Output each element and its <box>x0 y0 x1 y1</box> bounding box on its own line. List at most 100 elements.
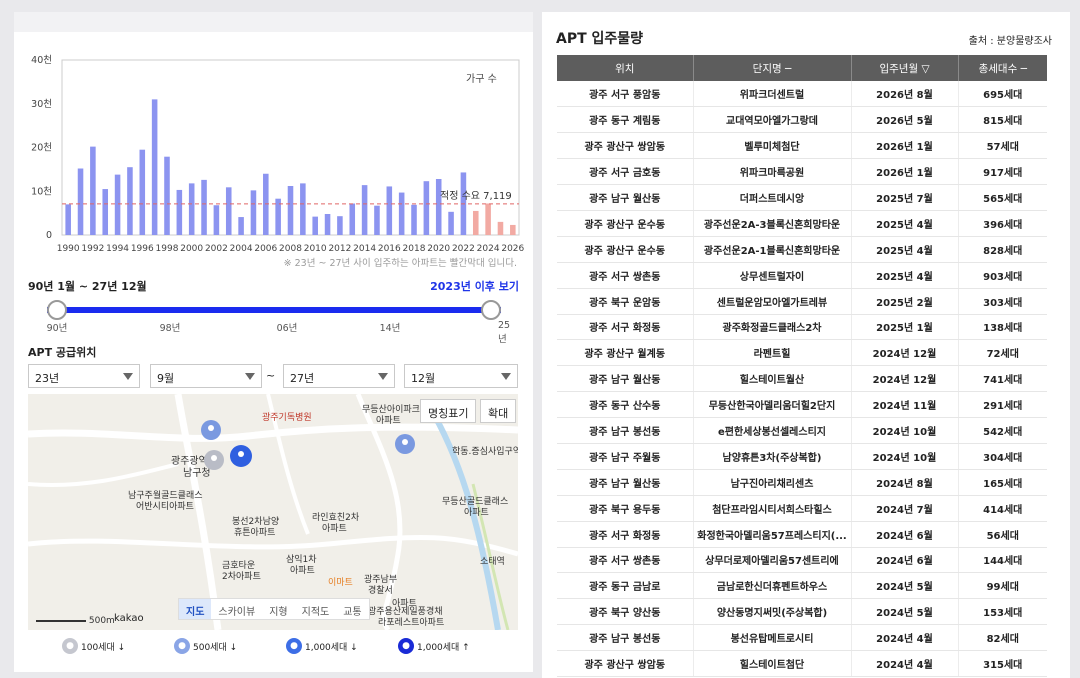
cell-units: 917세대 <box>958 158 1047 186</box>
table-row[interactable]: 광주 북구 운암동 센트럴운암모아엘가트레뷰 2025년 2월 303세대 <box>557 288 1047 315</box>
bar-2025[interactable] <box>497 221 504 235</box>
y-tick-label: 40천 <box>31 55 52 66</box>
bar-2011[interactable] <box>324 214 331 235</box>
bar-2017[interactable] <box>398 192 405 235</box>
bar-2013[interactable] <box>349 203 356 236</box>
bar-2024[interactable] <box>485 203 491 236</box>
table-row[interactable]: 광주 남구 월산동 힐스테이트월산 2024년 12월 741세대 <box>557 365 1047 393</box>
slider-end-handle[interactable] <box>481 300 501 320</box>
bar-2000[interactable] <box>188 183 195 235</box>
bar-2015[interactable] <box>374 205 380 235</box>
table-row[interactable]: 광주 광산구 쌍암동 벨루미체첨단 2026년 1월 57세대 <box>557 132 1047 160</box>
table-row[interactable]: 광주 서구 화정동 화정한국아델리움57프레스티지(... 2024년 6월 56세대 <box>557 521 1047 548</box>
chart-title: 가구 수 <box>466 73 497 85</box>
period-slider[interactable] <box>47 300 501 320</box>
bar-2009[interactable] <box>300 183 306 235</box>
bar-1990[interactable] <box>65 204 71 235</box>
supply-map[interactable]: 광주기독병원 무등산아이파크 아파트 학동.증심사입구역 광주광역시 남구청 남… <box>28 394 518 630</box>
bar-2005[interactable] <box>250 190 257 235</box>
table-row[interactable]: 광주 동구 계림동 교대역모아엘가그랑데 2026년 5월 815세대 <box>557 106 1047 134</box>
table-row[interactable]: 광주 북구 양산동 양산동명지써밋(주상복합) 2024년 5월 153세대 <box>557 598 1047 626</box>
cell-move-in: 2024년 4월 <box>851 624 959 652</box>
y-tick-label: 10천 <box>31 186 52 197</box>
cell-units: 815세대 <box>958 106 1047 134</box>
tab-traffic[interactable]: 교통 <box>336 599 368 619</box>
map-marker[interactable] <box>204 450 224 470</box>
bar-2002[interactable] <box>213 205 220 235</box>
table-row[interactable]: 광주 남구 주월동 남양휴튼3차(주상복합) 2024년 10월 304세대 <box>557 443 1047 470</box>
table-row[interactable]: 광주 동구 금남로 금남로한신더휴펜트하우스 2024년 5월 99세대 <box>557 572 1047 600</box>
after-2023-link[interactable]: 2023년 이후 보기 <box>430 278 519 294</box>
table-row[interactable]: 광주 북구 용두동 첨단프라임시티서희스타힐스 2024년 7월 414세대 <box>557 495 1047 522</box>
scale-text: 500m <box>88 616 115 626</box>
bar-2026[interactable] <box>510 224 516 235</box>
tab-skyview[interactable]: 스카이뷰 <box>211 599 262 619</box>
map-marker[interactable] <box>230 445 252 467</box>
bar-2020[interactable] <box>435 179 442 235</box>
cell-location: 광주 남구 월산동 <box>557 469 694 496</box>
bar-2004[interactable] <box>238 217 244 235</box>
bar-1999[interactable] <box>176 189 183 235</box>
bar-1991[interactable] <box>77 168 84 236</box>
table-row[interactable]: 광주 남구 월산동 남구진아리채리센츠 2024년 8월 165세대 <box>557 469 1047 496</box>
col-units[interactable]: 총세대수 ─ <box>958 55 1047 81</box>
end-year-select[interactable]: 27년 <box>283 364 395 388</box>
cell-units: 82세대 <box>958 624 1047 652</box>
y-tick-label: 20천 <box>31 143 52 154</box>
table-row[interactable]: 광주 남구 봉선동 e편한세상봉선셀레스티지 2024년 10월 542세대 <box>557 417 1047 444</box>
table-row[interactable]: 광주 서구 쌍촌동 상무더로제아델리움57센트리에 2024년 6월 144세대 <box>557 547 1047 574</box>
bar-1996[interactable] <box>139 149 146 235</box>
bar-2016[interactable] <box>386 186 393 235</box>
cell-complex: 상무더로제아델리움57센트리에 <box>693 547 852 574</box>
table-row[interactable]: 광주 광산구 운수동 광주선운2A-1블록신혼희망타운 2025년 4월 828세대 <box>557 236 1047 263</box>
bar-1995[interactable] <box>127 167 133 235</box>
table-row[interactable]: 광주 서구 풍암동 위파크더센트럴 2026년 8월 695세대 <box>557 81 1047 108</box>
bar-2008[interactable] <box>287 186 294 235</box>
map-marker[interactable] <box>395 434 415 454</box>
names-toggle-button[interactable]: 명칭표기 <box>420 399 477 423</box>
bar-1993[interactable] <box>102 189 109 235</box>
cell-move-in: 2025년 1월 <box>851 314 959 341</box>
tab-map[interactable]: 지도 <box>179 599 212 619</box>
cell-move-in: 2024년 5월 <box>851 598 959 626</box>
tab-cadastral[interactable]: 지적도 <box>295 599 337 619</box>
start-year-select[interactable]: 23년 <box>28 364 140 388</box>
legend-item: ● 100세대 ↓ <box>62 638 125 654</box>
bar-2012[interactable] <box>337 216 343 235</box>
cell-move-in: 2024년 4월 <box>851 650 959 677</box>
bar-2010[interactable] <box>312 216 318 235</box>
table-row[interactable]: 광주 광산구 운수동 광주선운2A-3블록신혼희망타운 2025년 4월 396세대 <box>557 210 1047 237</box>
map-marker[interactable] <box>201 420 221 440</box>
col-location[interactable]: 위치 <box>557 55 694 81</box>
table-row[interactable]: 광주 서구 쌍촌동 상무센트럴자이 2025년 4월 903세대 <box>557 262 1047 289</box>
bar-2023[interactable] <box>472 210 479 235</box>
cell-move-in: 2025년 2월 <box>851 288 959 315</box>
bar-1998[interactable] <box>164 156 170 235</box>
table-row[interactable]: 광주 동구 산수동 무등산한국아델리움더힐2단지 2024년 11월 291세대 <box>557 391 1047 419</box>
col-complex[interactable]: 단지명 ─ <box>693 55 852 81</box>
bar-1997[interactable] <box>151 99 158 235</box>
table-row[interactable]: 광주 서구 금호동 위파크마륵공원 2026년 1월 917세대 <box>557 158 1047 186</box>
table-row[interactable]: 광주 광산구 월계동 라펜트힐 2024년 12월 72세대 <box>557 339 1047 367</box>
bar-1992[interactable] <box>90 146 96 235</box>
zoom-button[interactable]: 확대 <box>480 399 517 423</box>
bar-2006[interactable] <box>263 173 269 235</box>
slider-start-handle[interactable] <box>47 300 67 320</box>
table-row[interactable]: 광주 서구 화정동 광주화정골드클래스2차 2025년 1월 138세대 <box>557 314 1047 341</box>
table-row[interactable]: 광주 남구 월산동 더퍼스트데시앙 2025년 7월 565세대 <box>557 184 1047 211</box>
table-row[interactable]: 광주 남구 봉선동 봉선유탑메트로시티 2024년 4월 82세대 <box>557 624 1047 652</box>
bar-1994[interactable] <box>114 174 121 235</box>
end-month-select[interactable]: 12월 <box>404 364 518 388</box>
start-month-select[interactable]: 9월 <box>150 364 262 388</box>
bar-2021[interactable] <box>448 211 454 235</box>
y-tick-label: 30천 <box>31 99 52 110</box>
bar-2001[interactable] <box>201 179 207 235</box>
bar-2003[interactable] <box>225 187 232 235</box>
table-row[interactable]: 광주 광산구 쌍암동 힐스테이트첨단 2024년 4월 315세대 <box>557 650 1047 677</box>
bar-2019[interactable] <box>423 181 430 235</box>
bar-2014[interactable] <box>361 185 368 235</box>
bar-2018[interactable] <box>411 204 417 235</box>
cell-move-in: 2024년 10월 <box>851 417 959 444</box>
tab-terrain[interactable]: 지형 <box>262 599 294 619</box>
col-move-in[interactable]: 입주년월 ▽ <box>851 55 959 81</box>
